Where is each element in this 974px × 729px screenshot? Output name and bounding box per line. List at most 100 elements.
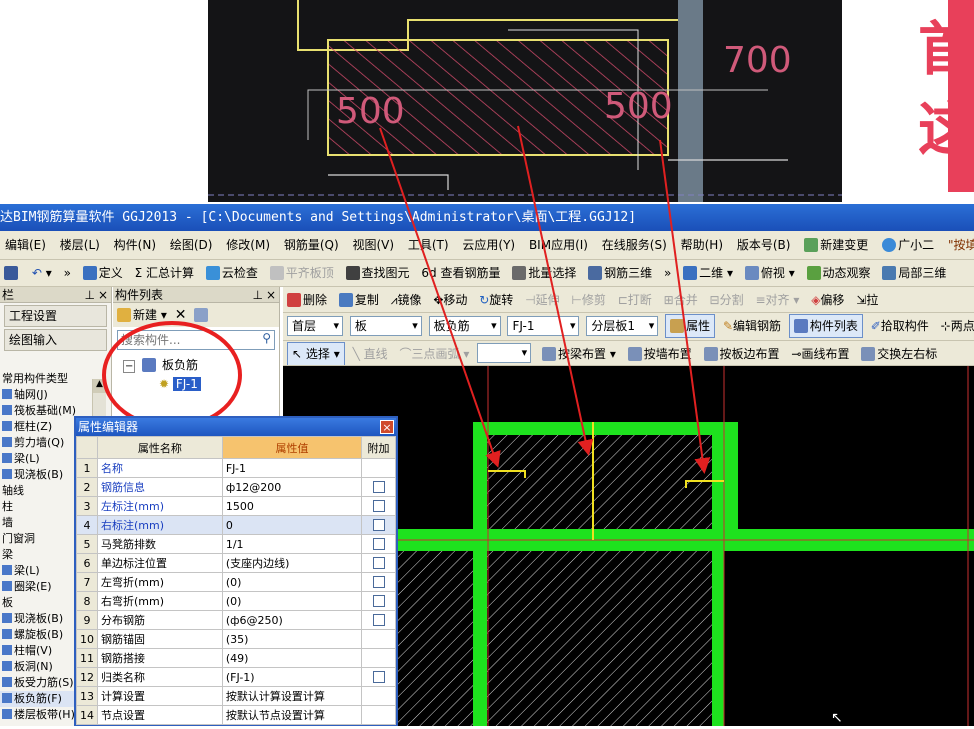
- select-tool-button[interactable]: ↖ 选择 ▾: [287, 342, 345, 365]
- menu-component[interactable]: 构件(N): [109, 231, 161, 259]
- split-button[interactable]: ⊟分割: [706, 287, 748, 312]
- extra-checkbox[interactable]: [372, 499, 385, 512]
- menu-new-change[interactable]: 新建变更: [799, 231, 873, 259]
- cloud-check-button[interactable]: 云检查: [202, 260, 262, 286]
- offset-button[interactable]: ◈偏移: [807, 287, 848, 312]
- view-rebar-qty-button[interactable]: 6d 查看钢筋量: [417, 260, 504, 286]
- rotate-button[interactable]: ↻旋转: [475, 287, 517, 312]
- property-row[interactable]: 10 钢筋锚固 (35): [76, 629, 396, 649]
- floor-select[interactable]: 首层: [287, 316, 343, 336]
- mirror-button[interactable]: ⩘镜像: [387, 287, 426, 312]
- place-by-beam-button[interactable]: 按梁布置 ▾: [538, 341, 620, 365]
- local-3d-button[interactable]: 局部三维: [878, 260, 950, 286]
- menu-cloud[interactable]: 云应用(Y): [457, 231, 520, 259]
- save-button[interactable]: [0, 260, 24, 286]
- break-button[interactable]: ⊏打断: [614, 287, 656, 312]
- property-value[interactable]: (支座内边线): [221, 553, 363, 573]
- property-value[interactable]: FJ-1: [221, 458, 363, 478]
- edit-rebar-button[interactable]: ✎编辑钢筋: [719, 313, 785, 339]
- place-by-wall-button[interactable]: 按墙布置: [624, 341, 696, 365]
- property-row[interactable]: 3 左标注(mm) 1500: [76, 496, 396, 516]
- extra-checkbox[interactable]: [372, 537, 385, 550]
- draw-line-place-button[interactable]: ⊸画线布置: [787, 341, 853, 365]
- pin-icon[interactable]: ⊥: [85, 287, 95, 303]
- extra-checkbox[interactable]: [372, 480, 385, 493]
- property-row[interactable]: 14 节点设置 按默认节点设置计算: [76, 705, 396, 725]
- align-button[interactable]: ≡对齐 ▾: [751, 287, 803, 312]
- property-row[interactable]: 7 左弯折(mm) (0): [76, 572, 396, 592]
- property-value[interactable]: (ф6@250): [221, 610, 363, 630]
- extra-checkbox[interactable]: [372, 613, 385, 626]
- extra-checkbox[interactable]: [372, 518, 385, 531]
- undo-button[interactable]: ↶ ▾: [28, 260, 56, 286]
- close-icon-2[interactable]: ×: [266, 287, 276, 303]
- pin-icon-2[interactable]: ⊥: [253, 287, 263, 303]
- arc-tool-button[interactable]: ⌒三点画弧 ▾: [395, 341, 473, 365]
- property-row[interactable]: 6 单边标注位置 (支座内边线): [76, 553, 396, 573]
- menu-tools[interactable]: 工具(T): [403, 231, 454, 259]
- top-view-dropdown[interactable]: 俯视 ▾: [741, 260, 799, 286]
- property-value[interactable]: 1/1: [221, 534, 363, 554]
- menu-draw[interactable]: 绘图(D): [165, 231, 218, 259]
- swap-labels-button[interactable]: 交换左右标: [857, 341, 941, 365]
- property-value[interactable]: ф12@200: [221, 477, 363, 497]
- delete-button[interactable]: 删除: [283, 287, 331, 312]
- menu-edit[interactable]: 编辑(E): [0, 231, 51, 259]
- dynamic-view-button[interactable]: 动态观察: [803, 260, 875, 286]
- properties-button[interactable]: 属性: [665, 314, 716, 338]
- arc-option-select[interactable]: [477, 343, 532, 363]
- property-value[interactable]: 1500: [221, 496, 363, 516]
- search-icon[interactable]: ⚲: [262, 331, 271, 345]
- copy-button[interactable]: 复制: [335, 287, 383, 312]
- property-value[interactable]: (49): [221, 648, 363, 668]
- extra-checkbox[interactable]: [372, 556, 385, 569]
- trim-button[interactable]: ⊢修剪: [567, 287, 609, 312]
- rebar-3d-button[interactable]: 钢筋三维: [584, 260, 656, 286]
- line-tool-button[interactable]: ╲ 直线: [349, 341, 392, 365]
- category-select[interactable]: 板: [349, 316, 422, 336]
- slab-layer-select[interactable]: 分层板1: [586, 316, 659, 336]
- property-row[interactable]: 13 计算设置 按默认计算设置计算: [76, 686, 396, 706]
- menu-online[interactable]: 在线服务(S): [597, 231, 672, 259]
- property-row[interactable]: 1 名称 FJ-1: [76, 458, 396, 478]
- property-value[interactable]: (FJ-1): [221, 667, 363, 687]
- menu-rebar-qty[interactable]: 钢筋量(Q): [279, 231, 344, 259]
- batch-select-button[interactable]: 批量选择: [508, 260, 580, 286]
- place-by-slab-edge-button[interactable]: 按板边布置: [700, 341, 784, 365]
- close-icon[interactable]: ×: [380, 420, 394, 434]
- merge-button[interactable]: ⊞合并: [660, 287, 702, 312]
- property-value[interactable]: 按默认节点设置计算: [221, 705, 363, 725]
- component-select[interactable]: FJ-1: [507, 316, 580, 336]
- pick-component-button[interactable]: ✐拾取构件: [867, 313, 933, 339]
- extend-button[interactable]: ⊣延伸: [521, 287, 563, 312]
- property-value[interactable]: (0): [221, 591, 363, 611]
- type-select[interactable]: 板负筋: [428, 316, 501, 336]
- property-row[interactable]: 8 右弯折(mm) (0): [76, 591, 396, 611]
- close-icon[interactable]: ×: [98, 287, 108, 303]
- align-slab-top-button[interactable]: 平齐板顶: [266, 260, 338, 286]
- extra-checkbox[interactable]: [372, 670, 385, 683]
- menu-bim[interactable]: BIM应用(I): [524, 231, 593, 259]
- toolbar-more-icon[interactable]: »: [60, 260, 75, 286]
- view-2d-dropdown[interactable]: 二维 ▾: [679, 260, 737, 286]
- property-row[interactable]: 2 钢筋信息 ф12@200: [76, 477, 396, 497]
- move-button[interactable]: ✥移动: [429, 287, 471, 312]
- summary-calc-button[interactable]: Σ 汇总计算: [131, 260, 198, 286]
- define-button[interactable]: 定义: [79, 260, 127, 286]
- property-row[interactable]: 12 归类名称 (FJ-1): [76, 667, 396, 687]
- menu-modify[interactable]: 修改(M): [221, 231, 275, 259]
- property-value[interactable]: 按默认计算设置计算: [221, 686, 363, 706]
- stretch-button[interactable]: ⇲拉: [852, 287, 882, 312]
- extra-checkbox[interactable]: [372, 594, 385, 607]
- property-value[interactable]: (35): [221, 629, 363, 649]
- property-row[interactable]: 4 右标注(mm) 0: [76, 515, 396, 535]
- property-row[interactable]: 5 马凳筋排数 1/1: [76, 534, 396, 554]
- property-value[interactable]: (0): [221, 572, 363, 592]
- property-row[interactable]: 11 钢筋搭接 (49): [76, 648, 396, 668]
- menu-help[interactable]: 帮助(H): [676, 231, 728, 259]
- find-element-button[interactable]: 查找图元: [342, 260, 414, 286]
- property-row[interactable]: 9 分布钢筋 (ф6@250): [76, 610, 396, 630]
- extra-checkbox[interactable]: [372, 575, 385, 588]
- menu-assistant[interactable]: 广小二: [877, 231, 939, 259]
- property-value[interactable]: 0: [221, 515, 363, 535]
